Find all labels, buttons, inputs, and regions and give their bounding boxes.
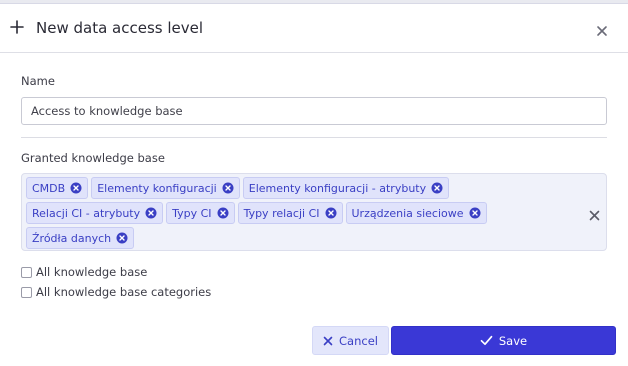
remove-chip-icon[interactable] [70,182,82,194]
remove-chip-icon[interactable] [325,207,337,219]
granted-knowledge-base-label: Granted knowledge base [21,151,165,165]
selected-chip: Typy relacji CI [237,202,343,224]
close-icon[interactable] [596,22,608,36]
selected-chip: Elementy konfiguracji - atrybuty [242,177,450,199]
selected-chip: Urządzenia sieciowe [345,202,487,224]
selected-chip: Relacji CI - atrybuty [26,202,164,224]
chip-label: Typy relacji CI [243,206,320,220]
save-label: Save [498,333,528,348]
name-label: Name [21,74,55,88]
selected-chips: CMDB Elementy konfiguracji Elementy konfig… [26,177,574,249]
cancel-label: Cancel [339,333,378,348]
remove-chip-icon[interactable] [431,182,443,194]
selected-chip: Typy CI [166,202,235,224]
all-categories-label: All knowledge base categories [36,285,212,299]
name-input[interactable] [21,97,607,125]
new-data-access-level-dialog: New data access level Name Granted knowl… [0,3,628,366]
all-knowledge-base-label: All knowledge base [36,265,148,279]
remove-chip-icon[interactable] [469,207,481,219]
check-icon [480,335,493,346]
cancel-button[interactable]: Cancel [312,326,389,355]
remove-chip-icon[interactable] [222,182,234,194]
all-knowledge-base-option[interactable]: All knowledge base [21,265,147,279]
chip-label: Urządzenia sieciowe [351,206,464,220]
chip-label: Źródła danych [32,231,112,245]
chip-label: Relacji CI - atrybuty [32,206,141,220]
save-button[interactable]: Save [391,326,616,355]
remove-chip-icon[interactable] [217,207,229,219]
divider [21,137,607,138]
granted-knowledge-base-select[interactable]: CMDB Elementy konfiguracji Elementy konfig… [21,173,607,251]
remove-chip-icon[interactable] [116,232,128,244]
all-knowledge-base-checkbox[interactable] [21,266,32,278]
plus-icon [9,19,25,35]
x-icon [323,336,333,345]
remove-chip-icon[interactable] [145,207,157,219]
selected-chip: CMDB [26,177,89,199]
chip-label: Elementy konfiguracji - atrybuty [248,181,427,195]
chip-label: CMDB [32,181,66,195]
selected-chip: Źródła danych [26,227,135,249]
chip-label: Typy CI [172,206,212,220]
selected-chip: Elementy konfiguracji [91,177,240,199]
all-categories-option[interactable]: All knowledge base categories [21,285,211,299]
dialog-title: New data access level [36,19,204,37]
all-categories-checkbox[interactable] [21,286,32,298]
clear-all-icon[interactable] [589,206,600,221]
chip-label: Elementy konfiguracji [97,181,217,195]
dialog-header: New data access level [0,4,628,53]
